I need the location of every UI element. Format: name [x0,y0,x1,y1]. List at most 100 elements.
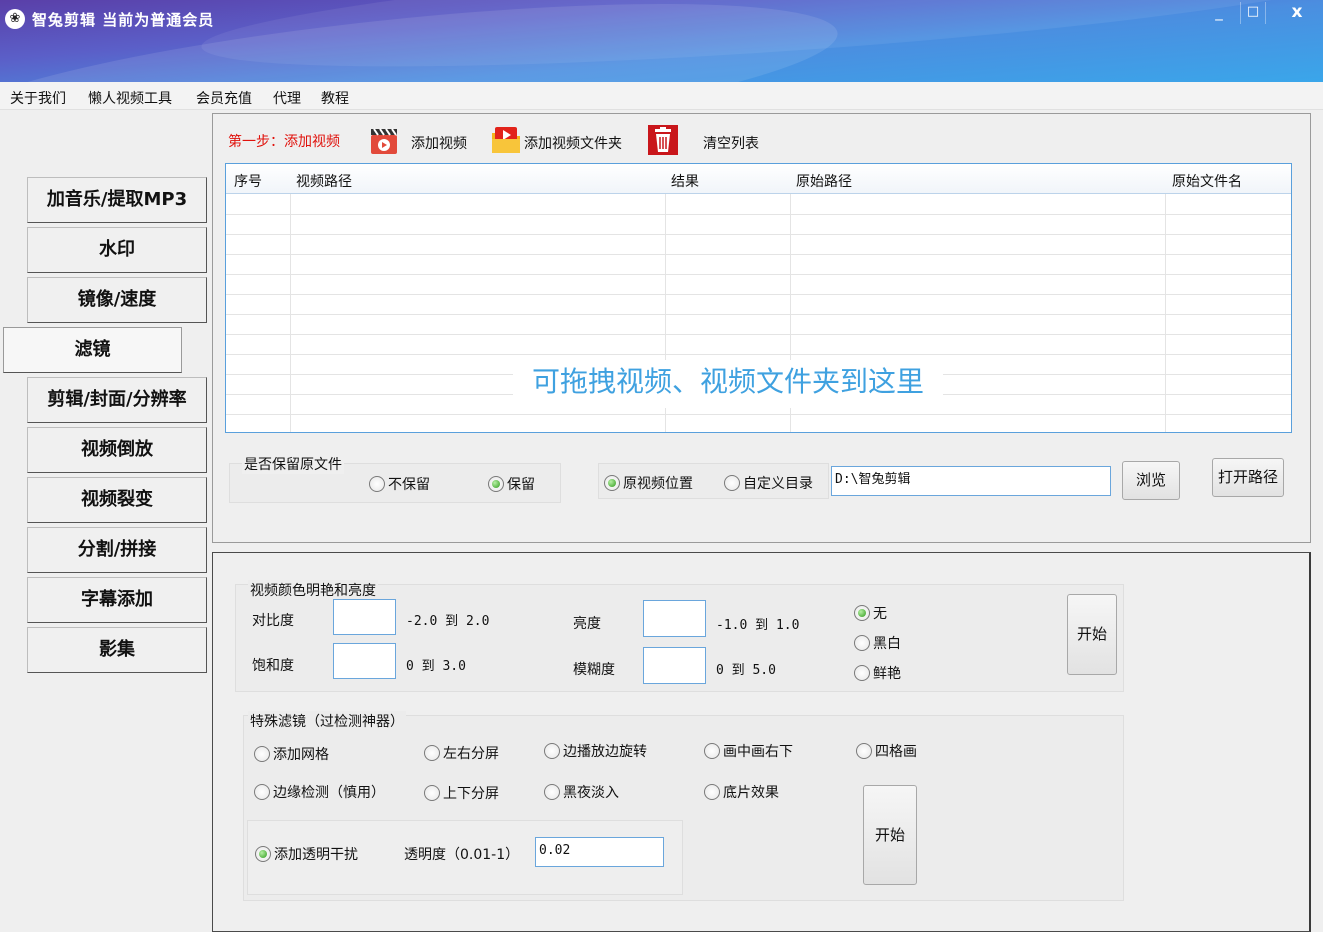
clear-list-button[interactable]: 清空列表 [703,133,759,153]
browse-button[interactable]: 浏览 [1122,461,1180,500]
sidebar-item-split-join[interactable]: 分割/拼接 [27,527,207,573]
color-start-button[interactable]: 开始 [1067,594,1117,675]
radio-edge-detect-label: 边缘检测（慎用） [273,785,385,801]
radio-dot [704,743,720,759]
radio-color-vivid-label: 鲜艳 [873,666,901,682]
radio-negative[interactable]: 底片效果 [704,782,779,802]
open-path-button[interactable]: 打开路径 [1212,458,1284,497]
radio-keep[interactable]: 保留 [488,474,535,494]
radio-zoom-rotate[interactable]: 边播放边旋转 [544,741,647,761]
radio-picture-in-picture[interactable]: 画中画右下 [704,741,793,761]
menu-lazy-video-tools[interactable]: 懒人视频工具 [88,88,172,108]
radio-dot [604,475,620,491]
radio-dot [854,635,870,651]
row-divider [226,314,1291,315]
minimize-button[interactable]: _ [1206,2,1232,24]
radio-zoom-rotate-label: 边播放边旋转 [563,744,647,760]
column-header-index[interactable]: 序号 [234,171,262,191]
keep-original-title: 是否保留原文件 [242,454,344,474]
radio-night-fade[interactable]: 黑夜淡入 [544,782,619,802]
radio-dot [369,476,385,492]
sidebar-item-subtitle[interactable]: 字幕添加 [27,577,207,623]
video-list-table[interactable]: 序号 视频路径 结果 原始路径 原始文件名 可拖拽视频、视频文件夹到这里 [225,163,1292,433]
radio-custom-dir[interactable]: 自定义目录 [724,473,813,493]
sidebar-item-watermark[interactable]: 水印 [27,227,207,273]
column-divider [1165,194,1166,432]
title-bar: ❀ 智兔剪辑 当前为普通会员 _ □ x [0,0,1323,82]
radio-split-top-bottom[interactable]: 上下分屏 [424,783,499,803]
radio-add-grid-label: 添加网格 [273,747,329,763]
radio-night-fade-label: 黑夜淡入 [563,785,619,801]
maximize-button[interactable]: □ [1240,2,1266,24]
row-divider [226,334,1291,335]
output-path-input[interactable]: D:\智兔剪辑 [831,466,1111,496]
radio-split-left-right-label: 左右分屏 [443,746,499,762]
blur-input[interactable] [643,647,706,684]
row-divider [226,234,1291,235]
contrast-input[interactable] [333,599,396,635]
menu-tutorial[interactable]: 教程 [321,88,349,108]
radio-dot [255,846,271,862]
sidebar-item-reverse[interactable]: 视频倒放 [27,427,207,473]
saturation-range: 0 到 3.0 [406,659,466,674]
table-header: 序号 视频路径 结果 原始路径 原始文件名 [226,164,1291,194]
special-filter-start-button[interactable]: 开始 [863,785,917,885]
sidebar-item-add-music[interactable]: 加音乐/提取MP3 [27,177,207,223]
radio-dot [488,476,504,492]
clapperboard-icon[interactable] [369,126,399,156]
radio-original-location-label: 原视频位置 [623,476,693,492]
radio-dot [254,746,270,762]
radio-negative-label: 底片效果 [723,785,779,801]
radio-original-location[interactable]: 原视频位置 [604,473,693,493]
radio-split-left-right[interactable]: 左右分屏 [424,743,499,763]
contrast-range: -2.0 到 2.0 [406,614,490,629]
video-folder-icon[interactable] [491,125,521,155]
contrast-label: 对比度 [252,613,294,629]
row-divider [226,414,1291,415]
saturation-label: 饱和度 [252,658,294,674]
column-header-original-filename[interactable]: 原始文件名 [1172,171,1242,191]
sidebar-item-filter[interactable]: 滤镜 [3,327,182,373]
radio-dot [854,665,870,681]
row-divider [226,274,1291,275]
menu-about-us[interactable]: 关于我们 [10,88,66,108]
radio-keep-label: 保留 [507,477,535,493]
menu-membership-recharge[interactable]: 会员充值 [196,88,252,108]
radio-edge-detect[interactable]: 边缘检测（慎用） [254,782,385,802]
radio-four-grid[interactable]: 四格画 [856,741,917,761]
radio-color-vivid[interactable]: 鲜艳 [854,663,901,683]
sidebar-item-mirror-speed[interactable]: 镜像/速度 [27,277,207,323]
opacity-input[interactable]: 0.02 [535,837,664,867]
menu-bar: 关于我们 懒人视频工具 会员充值 代理 教程 [0,82,1323,110]
add-video-button[interactable]: 添加视频 [411,133,467,153]
radio-color-none[interactable]: 无 [854,603,887,623]
radio-split-top-bottom-label: 上下分屏 [443,786,499,802]
radio-color-bw[interactable]: 黑白 [854,633,901,653]
radio-not-keep-label: 不保留 [388,477,430,493]
close-button[interactable]: x [1284,2,1310,24]
drop-hint-text: 可拖拽视频、视频文件夹到这里 [513,360,943,408]
column-header-video-path[interactable]: 视频路径 [296,171,352,191]
opacity-label: 透明度（0.01-1） [404,847,520,863]
saturation-input[interactable] [333,643,396,679]
sidebar-item-album[interactable]: 影集 [27,627,207,673]
column-header-original-path[interactable]: 原始路径 [796,171,852,191]
radio-not-keep[interactable]: 不保留 [369,474,430,494]
row-divider [226,294,1291,295]
brightness-input[interactable] [643,600,706,637]
special-filter-title: 特殊滤镜（过检测神器） [248,711,406,731]
menu-agent[interactable]: 代理 [273,88,301,108]
window-title: 智兔剪辑 当前为普通会员 [32,11,215,29]
column-header-result[interactable]: 结果 [671,171,699,191]
radio-dot [544,743,560,759]
sidebar-item-fission[interactable]: 视频裂变 [27,477,207,523]
sidebar-item-cut-cover-resolution[interactable]: 剪辑/封面/分辨率 [27,377,207,423]
row-divider [226,254,1291,255]
brightness-label: 亮度 [573,616,601,632]
radio-dot [254,784,270,800]
blur-range: 0 到 5.0 [716,663,776,678]
add-video-folder-button[interactable]: 添加视频文件夹 [524,133,622,153]
radio-add-grid[interactable]: 添加网格 [254,744,329,764]
trash-icon[interactable] [648,125,678,155]
radio-transparent-interference[interactable]: 添加透明干扰 [255,844,358,864]
